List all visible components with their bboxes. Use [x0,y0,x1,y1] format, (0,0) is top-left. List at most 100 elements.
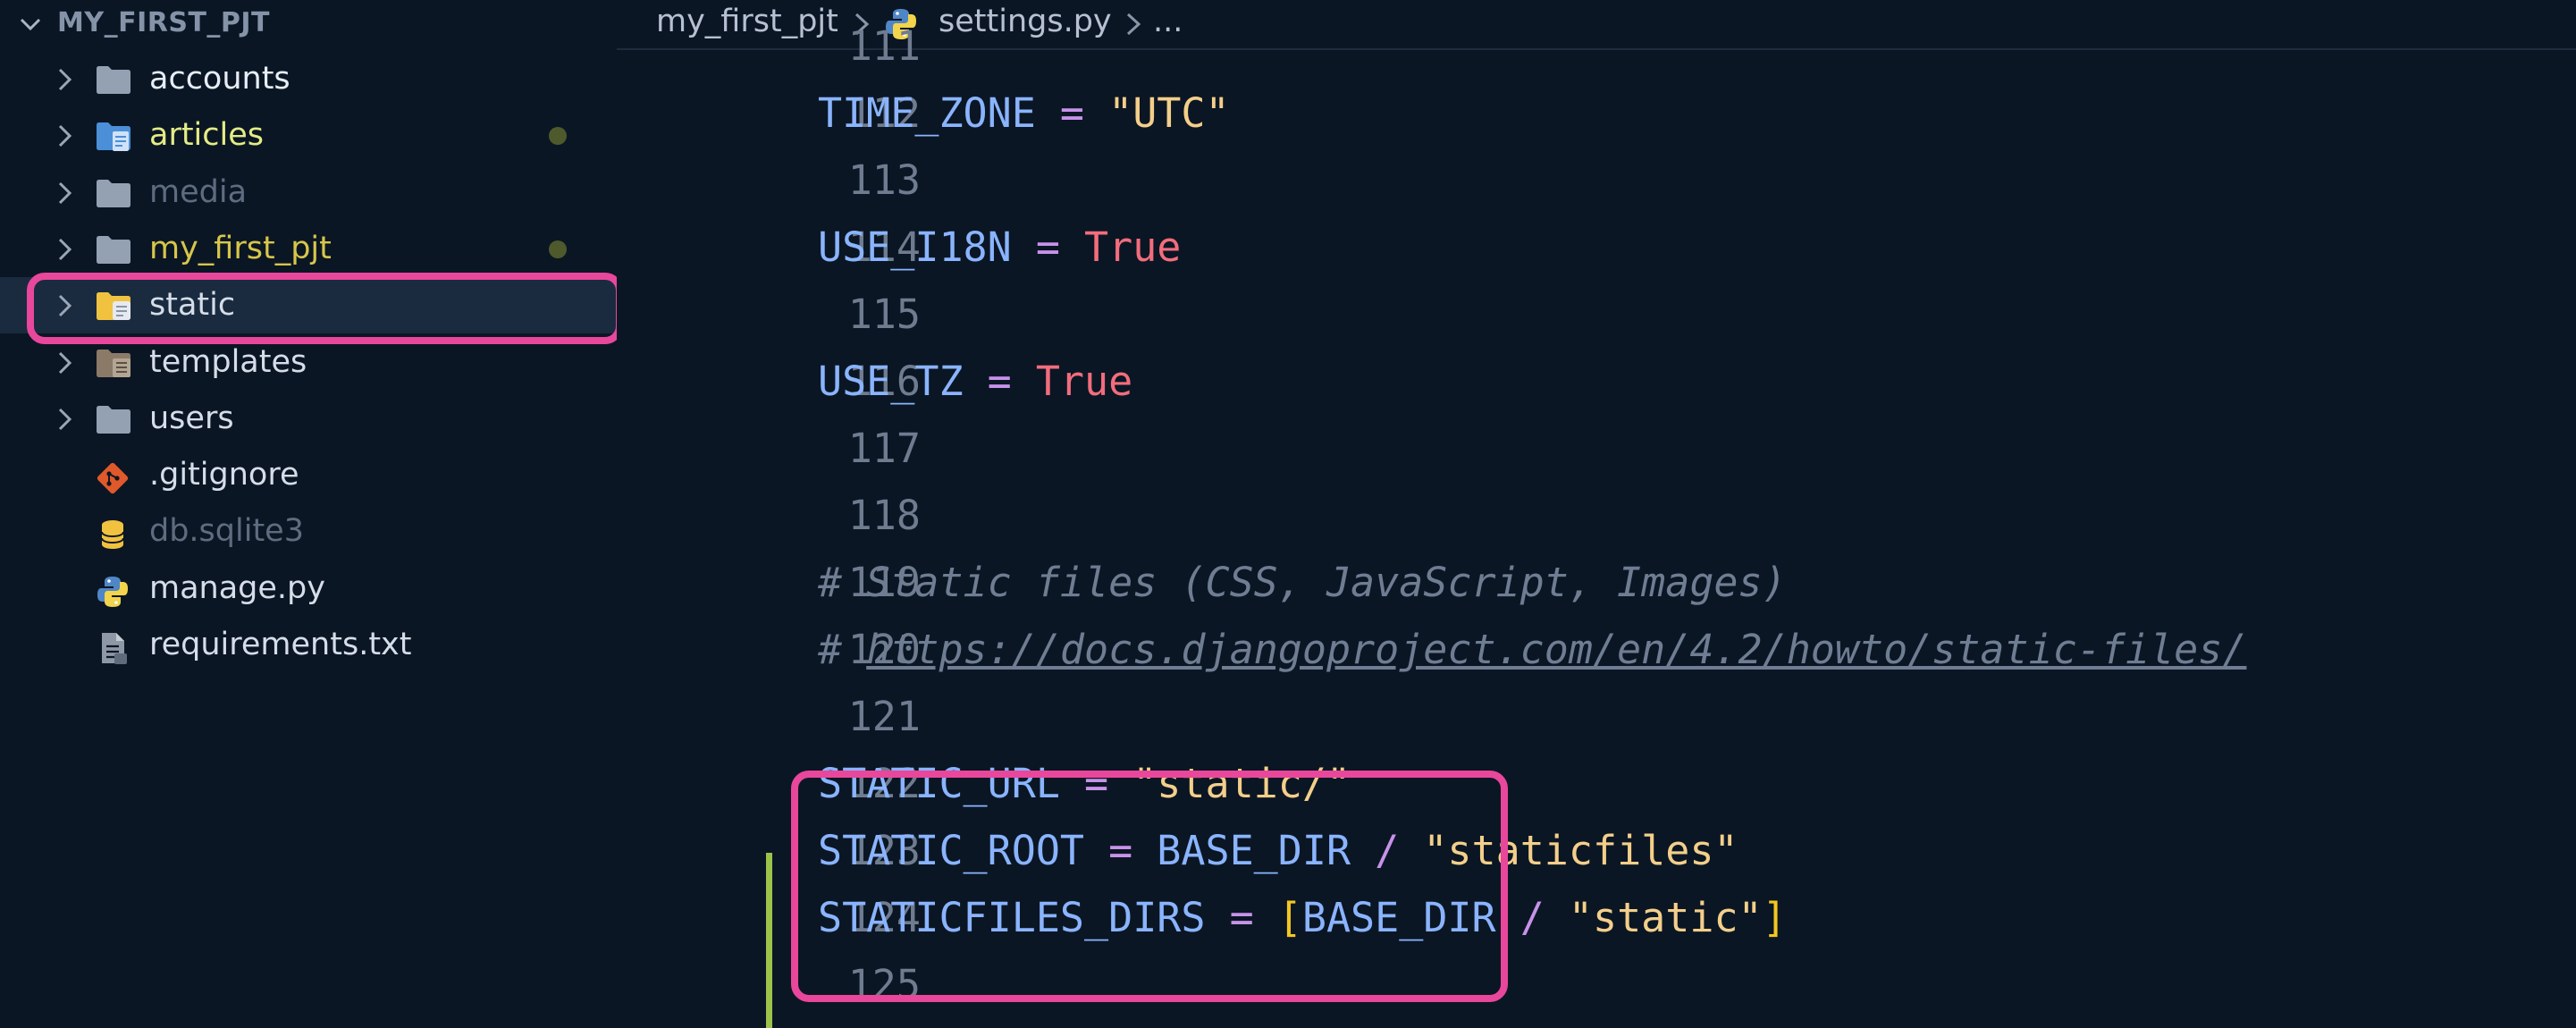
item-label: db.sqlite3 [149,513,304,550]
line-number: 121 [847,693,921,740]
folder-item-media[interactable]: media [0,164,617,221]
code-token: "static" [1568,894,1763,941]
line-number: 117 [847,425,921,472]
code-line[interactable]: 111 [617,13,2576,80]
code-token: USE_I18N [818,223,1012,271]
modified-dot-icon [549,127,567,146]
file-item-requirements-txt[interactable]: requirements.txt [0,617,617,673]
chevron-right-icon[interactable] [54,406,75,436]
code-line[interactable]: 119 # Static files (CSS, JavaScript, Imag… [617,549,2576,616]
code-token: = [1011,223,1085,271]
code-token: True [1035,358,1133,405]
code-text[interactable]: USE_TZ = True [818,348,1132,415]
item-label: media [149,173,248,210]
code-token: = [1205,894,1278,941]
modified-lines-indicator [766,853,772,1028]
code-text[interactable]: # https://docs.djangoproject.com/en/4.2/… [818,616,2246,683]
code-token: TIME_ZONE [818,89,1036,137]
folder-item-static[interactable]: static [0,277,617,334]
item-label: accounts [149,61,290,97]
chevron-right-icon[interactable] [54,350,75,380]
folder-static-icon [95,291,132,324]
folder-icon [95,64,132,98]
text-file-icon [95,630,130,670]
code-token: USE_TZ [818,358,964,405]
item-label: templates [149,343,307,380]
code-token: ] [1762,894,1787,941]
file-item-db-sqlite3[interactable]: db.sqlite3 [0,503,617,560]
code-line[interactable]: 113 [617,147,2576,214]
item-label: .gitignore [149,457,299,493]
code-token: "static/" [1132,760,1351,807]
code-line[interactable]: 125 [617,951,2576,1018]
folder-item-templates[interactable]: templates [0,334,617,391]
line-number: 125 [847,961,921,1008]
code-line[interactable]: 118 [617,482,2576,549]
chevron-down-icon [18,12,43,40]
code-line[interactable]: 112 TIME_ZONE = "UTC" [617,80,2576,147]
explorer-section-header[interactable]: MY_FIRST_PJT [0,0,617,48]
folder-item-accounts[interactable]: accounts [0,51,617,107]
folder-icon [95,178,132,212]
code-token: / [1495,894,1569,941]
code-token: # [818,626,867,673]
item-label: requirements.txt [149,627,412,662]
code-line[interactable]: 120 # https://docs.djangoproject.com/en/4… [617,616,2576,683]
chevron-right-icon[interactable] [54,236,75,266]
modified-dot-icon [549,240,567,258]
code-token: = [1035,89,1109,137]
code-line[interactable]: 116 USE_TZ = True [617,348,2576,415]
explorer-sidebar: MY_FIRST_PJT accounts articles media my_fir… [0,0,623,1028]
code-token: https://docs.djangoproject.com/en/4.2/ho… [866,626,2247,673]
code-token: True [1084,223,1182,271]
database-icon [95,517,130,556]
chevron-right-icon[interactable] [54,122,75,153]
code-token: STATICFILES_DIRS [818,894,1206,941]
item-label: manage.py [149,569,325,606]
folder-item-articles[interactable]: articles [0,107,617,164]
chevron-right-icon[interactable] [54,292,75,323]
folder-icon [95,234,132,268]
code-line[interactable]: 115 [617,281,2576,348]
code-line[interactable]: 122 STATIC_URL = "static/" [617,750,2576,817]
item-label: users [149,400,234,436]
code-line[interactable]: 124 STATICFILES_DIRS = [BASE_DIR / "stati… [617,884,2576,951]
code-token: # Static files (CSS, JavaScript, Images) [818,559,1787,606]
chevron-right-icon[interactable] [54,66,75,97]
code-token: BASE_DIR [1301,894,1496,941]
code-line[interactable]: 123 STATIC_ROOT = BASE_DIR / "staticfiles… [617,817,2576,884]
code-text[interactable]: STATIC_ROOT = BASE_DIR / "staticfiles" [818,817,1738,884]
code-token: "UTC" [1108,89,1230,137]
git-icon [95,460,130,500]
code-text[interactable]: STATIC_URL = "static/" [818,750,1351,817]
line-number: 113 [847,156,921,204]
code-text[interactable]: USE_I18N = True [818,214,1181,281]
code-text[interactable]: TIME_ZONE = "UTC" [818,80,1230,147]
python-icon [95,574,130,613]
folder-item-my-first-pjt[interactable]: my_first_pjt [0,221,617,277]
code-token: "staticfiles" [1423,827,1738,874]
folder-doc-icon [95,121,132,155]
code-token: = [1059,760,1133,807]
code-text[interactable]: # Static files (CSS, JavaScript, Images) [818,549,1787,616]
chevron-right-icon[interactable] [54,180,75,210]
code-editor[interactable]: my_first_pjt settings.py ... 111 112 TIME_… [617,0,2576,1028]
code-line[interactable]: 114 USE_I18N = True [617,214,2576,281]
code-token: = [1084,827,1158,874]
code-token: STATIC_URL [818,760,1060,807]
item-label: articles [149,117,265,154]
item-label: my_first_pjt [149,230,332,266]
line-number: 115 [847,291,921,338]
code-text[interactable]: STATICFILES_DIRS = [BASE_DIR / "static"] [818,884,1787,951]
code-line[interactable]: 117 [617,415,2576,482]
code-token: / [1351,827,1424,874]
file-item-manage-py[interactable]: manage.py [0,560,617,617]
code-line[interactable]: 121 [617,683,2576,750]
line-number: 118 [847,492,921,539]
line-number: 111 [847,22,921,70]
folder-item-users[interactable]: users [0,391,617,447]
item-label: static [149,287,236,324]
folder-icon [95,404,132,438]
file-item-gitignore[interactable]: .gitignore [0,447,617,503]
code-token: [ [1277,894,1302,941]
